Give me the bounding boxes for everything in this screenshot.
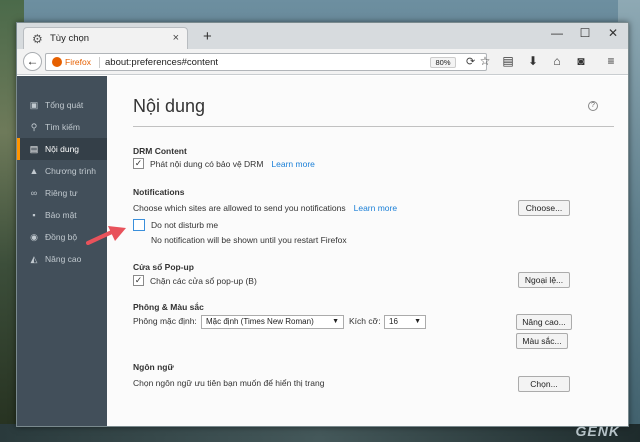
page-title: Nội dung: [133, 96, 206, 116]
content-pane: Nội dung ? DRM Content ✓ Phát nội dung c…: [107, 76, 628, 426]
title-bar: ⚙ Tùy chọn × + — ☐ ✕: [17, 23, 628, 49]
privacy-mask-icon: ∞: [30, 188, 38, 198]
reload-icon[interactable]: ⟳: [466, 55, 475, 68]
title-divider: [133, 126, 614, 127]
sync-icon: ◉: [30, 232, 38, 242]
do-not-disturb-checkbox[interactable]: [133, 219, 145, 231]
sidebar-item-search[interactable]: ⚲ Tìm kiếm: [17, 116, 107, 138]
site-identity[interactable]: Firefox: [52, 57, 91, 67]
do-not-disturb-label[interactable]: Do not disturb me: [151, 220, 218, 230]
minimize-button[interactable]: —: [544, 26, 570, 40]
drm-checkbox-label[interactable]: Phát nội dung có bảo vệ DRM: [150, 159, 263, 169]
preferences-content: ▣ Tổng quát ⚲ Tìm kiếm ▤ Nội dung ▲ Chươ…: [17, 76, 628, 426]
content-icon: ▤: [29, 144, 39, 154]
do-not-disturb-row: Do not disturb me: [133, 219, 218, 231]
sidebar-item-label: Đồng bộ: [45, 232, 78, 242]
font-size-label: Kích cỡ:: [349, 316, 381, 326]
block-popups-checkbox[interactable]: ✓: [133, 275, 144, 286]
choose-languages-button[interactable]: Chọn...: [518, 376, 570, 392]
general-icon: ▣: [29, 100, 39, 110]
languages-description: Chọn ngôn ngữ ưu tiên bạn muốn để hiển t…: [133, 378, 325, 388]
download-icon[interactable]: ⬇: [525, 54, 541, 68]
sidebar-item-general[interactable]: ▣ Tổng quát: [17, 94, 107, 116]
font-size-value: 16: [389, 317, 398, 326]
tab-preferences[interactable]: ⚙ Tùy chọn ×: [23, 27, 188, 49]
sidebar-item-label: Tổng quát: [45, 100, 84, 110]
colors-button[interactable]: Màu sắc...: [516, 333, 568, 349]
maximize-button[interactable]: ☐: [572, 26, 598, 40]
home-icon[interactable]: ⌂: [549, 54, 565, 68]
popup-heading: Cửa sổ Pop-up: [133, 262, 194, 272]
url-separator: [99, 57, 100, 68]
sidebar-item-advanced[interactable]: ◭ Nâng cao: [17, 248, 107, 270]
advanced-icon: ◭: [30, 254, 38, 264]
firefox-icon: [52, 57, 62, 67]
sidebar-item-content[interactable]: ▤ Nội dung: [17, 138, 107, 160]
applications-icon: ▲: [29, 166, 39, 176]
sidebar-item-label: Bảo mật: [45, 210, 77, 220]
gear-icon: ⚙: [32, 31, 43, 46]
drm-row: ✓ Phát nội dung có bảo vệ DRM Learn more: [133, 158, 315, 169]
help-icon[interactable]: ?: [588, 101, 598, 111]
notifications-learn-more-link[interactable]: Learn more: [354, 203, 397, 213]
close-window-button[interactable]: ✕: [600, 26, 626, 40]
url-text[interactable]: about:preferences#content: [105, 57, 218, 68]
sidebar-item-security[interactable]: ▪ Bảo mật: [17, 204, 107, 226]
notifications-row: Choose which sites are allowed to send y…: [133, 203, 397, 213]
preferences-sidebar: ▣ Tổng quát ⚲ Tìm kiếm ▤ Nội dung ▲ Chươ…: [17, 76, 107, 426]
default-font-label: Phông mặc định:: [133, 316, 197, 326]
block-popups-label[interactable]: Chặn các cửa sổ pop-up (B): [150, 276, 257, 286]
do-not-disturb-note: No notification will be shown until you …: [151, 235, 347, 245]
site-identity-label: Firefox: [65, 57, 91, 67]
reading-list-icon[interactable]: ▤: [500, 54, 516, 68]
star-icon[interactable]: ☆: [477, 54, 493, 68]
pointer-arrow-annotation: [86, 226, 126, 245]
default-font-select[interactable]: Mặc định (Times New Roman) ▼: [201, 315, 344, 329]
tab-close-icon[interactable]: ×: [173, 32, 179, 44]
notifications-heading: Notifications: [133, 187, 185, 197]
languages-heading: Ngôn ngữ: [133, 362, 174, 372]
choose-notifications-button[interactable]: Choose...: [518, 200, 570, 216]
navigation-bar: ← Firefox about:preferences#content 80% …: [17, 49, 628, 75]
sidebar-item-applications[interactable]: ▲ Chương trình: [17, 160, 107, 182]
chevron-down-icon: ▼: [332, 318, 339, 325]
pocket-icon[interactable]: ◙: [573, 54, 589, 68]
zoom-indicator[interactable]: 80%: [430, 57, 456, 68]
search-icon: ⚲: [30, 122, 38, 132]
lock-icon: ▪: [32, 210, 36, 220]
notifications-description: Choose which sites are allowed to send y…: [133, 203, 346, 213]
url-bar[interactable]: Firefox about:preferences#content 80% ⟳: [45, 53, 487, 71]
back-arrow-icon[interactable]: ←: [23, 52, 42, 71]
watermark-text-a: GEN: [575, 423, 609, 439]
sidebar-item-label: Chương trình: [45, 166, 96, 176]
watermark-logo: GENK: [576, 423, 620, 439]
fonts-advanced-button[interactable]: Nâng cao...: [516, 314, 572, 330]
fonts-heading: Phông & Màu sắc: [133, 302, 204, 312]
font-size-select[interactable]: 16 ▼: [384, 315, 426, 329]
sidebar-item-label: Nâng cao: [45, 254, 82, 264]
chevron-down-icon: ▼: [414, 318, 421, 325]
popup-row: ✓ Chặn các cửa sổ pop-up (B): [133, 275, 257, 286]
popup-exceptions-button[interactable]: Ngoại lệ...: [518, 272, 570, 288]
hamburger-menu-icon[interactable]: ≡: [603, 54, 619, 68]
tab-title: Tùy chọn: [50, 33, 90, 44]
default-font-value: Mặc định (Times New Roman): [206, 317, 314, 326]
drm-heading: DRM Content: [133, 146, 187, 156]
sidebar-item-privacy[interactable]: ∞ Riêng tư: [17, 182, 107, 204]
sidebar-item-label: Nội dung: [45, 144, 80, 154]
new-tab-button[interactable]: +: [203, 28, 212, 45]
sidebar-item-label: Tìm kiếm: [45, 122, 80, 132]
drm-checkbox[interactable]: ✓: [133, 158, 144, 169]
watermark-text-b: K: [608, 423, 620, 439]
sidebar-item-label: Riêng tư: [45, 188, 78, 198]
drm-learn-more-link[interactable]: Learn more: [271, 159, 314, 169]
